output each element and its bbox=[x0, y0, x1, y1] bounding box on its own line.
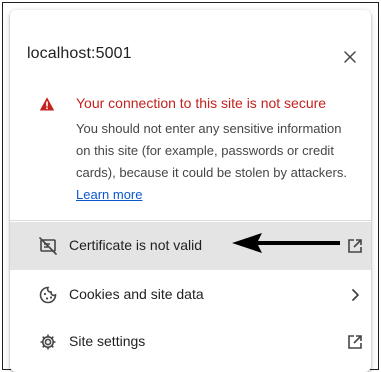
certificate-icon bbox=[39, 237, 57, 255]
warning-line: cards), because it could be stolen by at… bbox=[76, 165, 347, 180]
cookies-row[interactable]: Cookies and site data bbox=[10, 271, 371, 319]
section-divider bbox=[10, 220, 371, 221]
security-warning-heading: Your connection to this site is not secu… bbox=[76, 95, 327, 111]
arrow-left-icon bbox=[232, 233, 340, 253]
site-settings-row[interactable]: Site settings bbox=[10, 318, 371, 366]
warning-line: You should not enter any sensitive infor… bbox=[76, 121, 342, 136]
warning-triangle-icon bbox=[39, 97, 55, 111]
external-link-icon bbox=[348, 335, 362, 349]
cookie-icon bbox=[39, 286, 57, 304]
close-icon bbox=[344, 51, 356, 63]
cookies-label: Cookies and site data bbox=[69, 286, 204, 302]
learn-more-link[interactable]: Learn more bbox=[76, 187, 142, 202]
settings-gear-icon bbox=[40, 334, 56, 350]
external-link-icon bbox=[348, 239, 362, 253]
popup-title: localhost:5001 bbox=[27, 45, 132, 62]
security-warning-body: You should not enter any sensitive infor… bbox=[76, 118, 366, 184]
certificate-label: Certificate is not valid bbox=[69, 237, 203, 253]
chevron-right-icon bbox=[352, 289, 359, 301]
warning-line: on this site (for example, passwords or … bbox=[76, 143, 334, 158]
site-settings-label: Site settings bbox=[69, 333, 146, 349]
close-button[interactable] bbox=[340, 47, 360, 67]
